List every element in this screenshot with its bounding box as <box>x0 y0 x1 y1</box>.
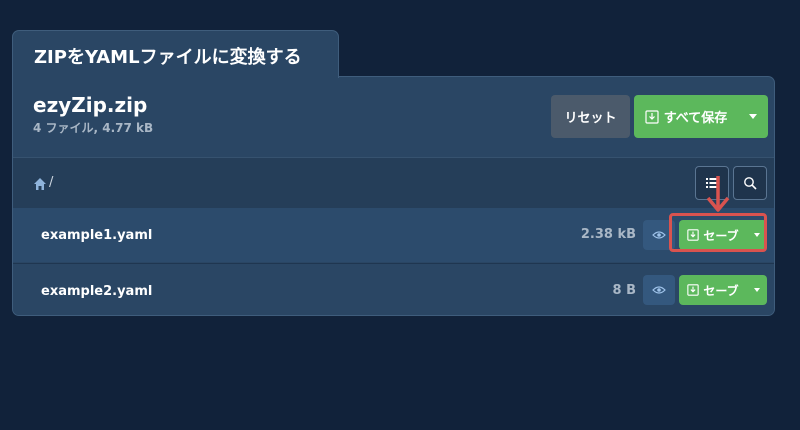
reset-button[interactable]: リセット <box>551 95 630 138</box>
save-dropdown-toggle[interactable] <box>747 275 767 305</box>
save-all-label: すべて保存 <box>663 111 728 126</box>
home-icon[interactable] <box>33 177 47 191</box>
archive-panel: ezyZip.zip 4 ファイル, 4.77 kB リセット すべて保存 / <box>12 76 775 316</box>
save-highlight-box <box>669 213 767 252</box>
tab-title: ZIPをYAMLファイルに変換する <box>34 47 302 68</box>
file-size: 8 B <box>612 283 636 298</box>
caret-down-icon <box>749 114 757 119</box>
arrow-down-icon <box>706 176 730 212</box>
caret-down-icon <box>754 288 760 292</box>
eye-icon <box>652 286 666 294</box>
save-button[interactable]: セーブ <box>679 275 747 305</box>
download-icon <box>645 109 659 124</box>
archive-meta: 4 ファイル, 4.77 kB <box>33 121 154 135</box>
file-name: example2.yaml <box>41 284 153 299</box>
save-label: セーブ <box>703 283 739 298</box>
preview-button[interactable] <box>643 275 675 305</box>
eye-icon <box>652 231 666 239</box>
file-name: example1.yaml <box>41 228 153 243</box>
breadcrumb-bar: / <box>13 157 774 208</box>
file-size: 2.38 kB <box>580 227 636 242</box>
search-button[interactable] <box>733 166 767 200</box>
breadcrumb-separator: / <box>49 175 54 190</box>
file-row: example2.yaml 8 B セーブ <box>13 263 774 315</box>
converter-tab: ZIPをYAMLファイルに変換する <box>12 30 339 78</box>
file-row: example1.yaml 2.38 kB セーブ <box>13 208 774 262</box>
save-all-dropdown-toggle[interactable] <box>738 95 768 138</box>
save-all-button-group: すべて保存 <box>634 95 768 138</box>
archive-header: ezyZip.zip 4 ファイル, 4.77 kB リセット すべて保存 <box>13 77 774 157</box>
archive-name: ezyZip.zip <box>33 93 148 117</box>
download-icon <box>687 284 700 296</box>
search-icon <box>744 177 757 190</box>
save-all-button[interactable]: すべて保存 <box>634 95 738 138</box>
save-button-group: セーブ <box>679 275 767 305</box>
